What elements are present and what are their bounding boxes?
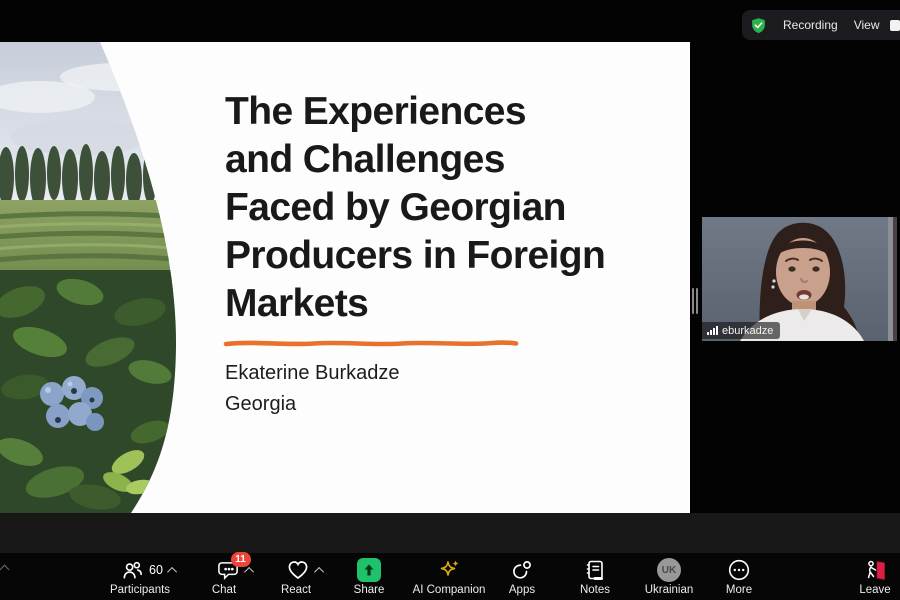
participant-name-tag: eburkadze	[702, 322, 780, 339]
more-button[interactable]: More	[694, 557, 784, 596]
slide-title-line: Producers in Foreign	[225, 232, 605, 280]
connection-signal-icon	[707, 326, 718, 335]
slide-title-line: The Experiences	[225, 88, 605, 136]
chat-label: Chat	[212, 584, 236, 596]
more-label: More	[726, 584, 752, 596]
notes-icon	[583, 558, 607, 582]
presenter-country: Georgia	[225, 389, 400, 420]
participants-button[interactable]: 60 Participants	[88, 557, 192, 596]
more-ellipsis-icon	[727, 558, 751, 582]
leave-meeting-icon	[863, 558, 888, 583]
security-shield-icon[interactable]	[750, 17, 767, 34]
react-chevron[interactable]	[314, 566, 324, 576]
participants-chevron[interactable]	[167, 566, 177, 576]
ai-companion-label: AI Companion	[413, 584, 486, 596]
meeting-controls-pill: Recording View	[742, 10, 900, 40]
leave-button[interactable]: Leave	[830, 557, 900, 596]
slide-title: The Experiences and Challenges Faced by …	[225, 88, 605, 328]
apps-label: Apps	[509, 584, 535, 596]
presenter-name: Ekaterine Burkadze	[225, 358, 400, 389]
slide-title-line: Markets	[225, 280, 605, 328]
heart-react-icon	[286, 558, 310, 582]
react-label: React	[281, 584, 311, 596]
leave-label: Leave	[859, 584, 890, 596]
interpretation-label: Ukrainian	[645, 584, 694, 596]
slide-title-line: Faced by Georgian	[225, 184, 605, 232]
panel-divider-handle[interactable]	[692, 288, 700, 314]
meeting-toolbar: 60 Participants 11 Chat	[0, 553, 900, 600]
share-screen-icon	[357, 558, 381, 582]
participant-name: eburkadze	[722, 325, 773, 337]
view-layout-icon[interactable]	[890, 20, 900, 31]
slide-presenter-block: Ekaterine Burkadze Georgia	[225, 358, 400, 420]
audio-options-chevron[interactable]	[0, 565, 9, 575]
ai-companion-sparkle-icon	[437, 558, 462, 583]
participant-video-tile[interactable]: eburkadze	[702, 217, 897, 341]
notes-label: Notes	[580, 584, 610, 596]
shared-screen-slide: The Experiences and Challenges Faced by …	[0, 42, 690, 513]
slide-title-line: and Challenges	[225, 136, 605, 184]
share-label: Share	[354, 584, 385, 596]
blueberry-farm-photo	[0, 42, 190, 513]
recording-indicator: Recording	[783, 18, 838, 32]
participants-icon	[121, 559, 144, 582]
accent-underline	[222, 338, 520, 348]
stage-lower-band	[0, 513, 900, 553]
chat-unread-badge: 11	[231, 552, 251, 567]
apps-icon	[510, 558, 534, 582]
participants-label: Participants	[110, 584, 170, 596]
view-button-label[interactable]: View	[854, 18, 880, 32]
interpretation-language-icon: UK	[657, 558, 681, 582]
participants-count: 60	[149, 563, 163, 577]
meeting-stage: Recording View	[0, 0, 900, 600]
